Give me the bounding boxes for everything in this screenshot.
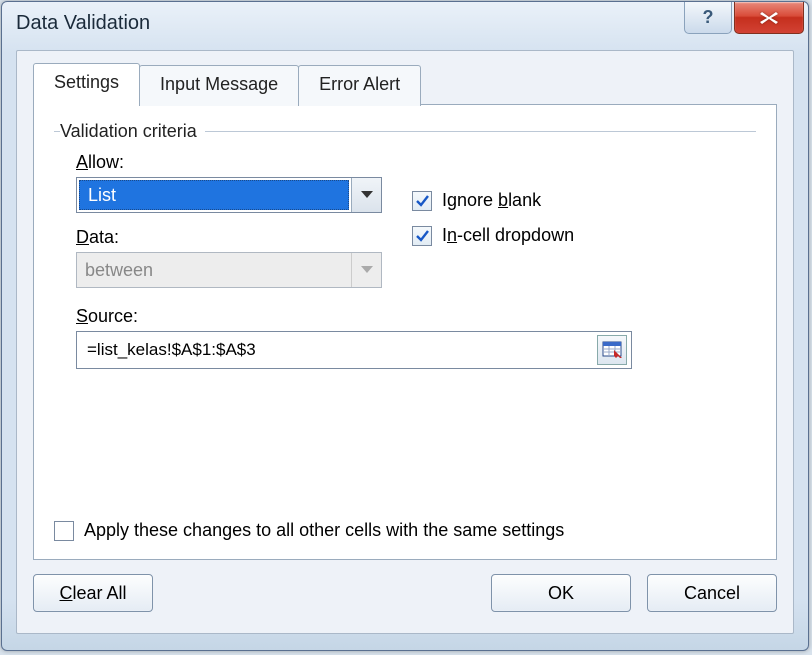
checkmark-icon xyxy=(415,194,429,208)
validation-criteria-group: Validation criteria Allow: List xyxy=(54,121,756,375)
data-value: between xyxy=(77,253,351,287)
data-label: Data: xyxy=(76,227,400,248)
allow-value: List xyxy=(79,180,349,210)
source-input[interactable] xyxy=(77,336,597,364)
data-dropdown-arrow xyxy=(351,253,381,287)
help-icon: ? xyxy=(703,7,714,28)
allow-dropdown[interactable]: List xyxy=(76,177,382,213)
help-button[interactable]: ? xyxy=(684,2,732,34)
apply-all-label: Apply these changes to all other cells w… xyxy=(84,520,564,541)
titlebar[interactable]: Data Validation ? xyxy=(2,2,808,44)
window-title: Data Validation xyxy=(16,12,150,35)
source-label: Source: xyxy=(76,306,750,327)
tab-error-alert[interactable]: Error Alert xyxy=(298,65,421,106)
dialog-buttons: Clear All OK Cancel xyxy=(33,574,777,612)
clear-all-button[interactable]: Clear All xyxy=(33,574,153,612)
ok-button[interactable]: OK xyxy=(491,574,631,612)
incell-dropdown-checkbox[interactable] xyxy=(412,226,432,246)
criteria-legend: Validation criteria xyxy=(60,121,205,142)
range-select-icon xyxy=(602,341,622,359)
dialog-window: Data Validation ? Settings Input Message… xyxy=(1,1,809,651)
range-select-button[interactable] xyxy=(597,335,627,365)
close-button[interactable] xyxy=(734,2,804,34)
cancel-button[interactable]: Cancel xyxy=(647,574,777,612)
tab-input-message[interactable]: Input Message xyxy=(139,65,299,106)
close-icon xyxy=(759,11,779,25)
content-panel: Settings Input Message Error Alert Valid… xyxy=(16,50,794,634)
data-dropdown: between xyxy=(76,252,382,288)
allow-dropdown-arrow[interactable] xyxy=(351,178,381,212)
ignore-blank-label: Ignore blank xyxy=(442,190,541,211)
apply-all-checkbox[interactable] xyxy=(54,521,74,541)
checkmark-icon xyxy=(415,229,429,243)
tab-settings[interactable]: Settings xyxy=(33,63,140,105)
incell-dropdown-label: In-cell dropdown xyxy=(442,225,574,246)
allow-label: Allow: xyxy=(76,152,400,173)
chevron-down-icon xyxy=(361,191,373,199)
chevron-down-icon xyxy=(361,266,373,274)
ignore-blank-checkbox[interactable] xyxy=(412,191,432,211)
tab-body-settings: Validation criteria Allow: List xyxy=(33,104,777,560)
tab-strip: Settings Input Message Error Alert xyxy=(33,63,777,104)
source-input-wrap xyxy=(76,331,632,369)
